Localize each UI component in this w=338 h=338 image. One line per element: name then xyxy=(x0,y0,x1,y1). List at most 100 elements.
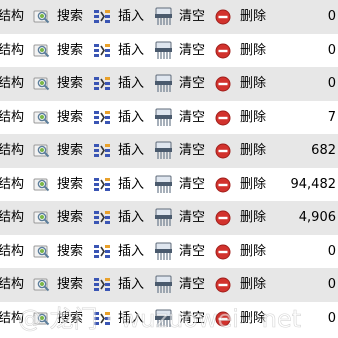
search-link[interactable]: 搜索 xyxy=(57,268,83,302)
row-count: 0 xyxy=(327,243,336,259)
search-icon[interactable] xyxy=(33,311,51,327)
structure-link[interactable]: 结构 xyxy=(0,235,24,269)
delete-link[interactable]: 删除 xyxy=(240,268,266,302)
table-row: 结构 搜索 插入 清空 xyxy=(0,268,338,302)
search-icon[interactable] xyxy=(33,110,51,126)
empty-icon[interactable] xyxy=(154,309,173,328)
row-count: 0 xyxy=(327,277,336,292)
insert-icon[interactable] xyxy=(93,75,111,93)
table-row: 结构 搜索 插入 清空 xyxy=(0,0,338,34)
insert-link[interactable]: 插入 xyxy=(118,168,144,202)
insert-link[interactable]: 插入 xyxy=(118,235,144,269)
empty-link[interactable]: 清空 xyxy=(179,268,205,302)
delete-icon[interactable] xyxy=(215,76,231,92)
empty-link[interactable]: 清空 xyxy=(179,67,205,101)
search-icon[interactable] xyxy=(33,143,51,159)
empty-icon[interactable] xyxy=(154,108,173,127)
search-icon[interactable] xyxy=(33,244,51,260)
structure-link[interactable]: 结构 xyxy=(0,67,24,101)
delete-link[interactable]: 删除 xyxy=(240,101,266,135)
insert-icon[interactable] xyxy=(93,8,111,26)
insert-icon[interactable] xyxy=(93,109,111,127)
empty-link[interactable]: 清空 xyxy=(179,0,205,34)
empty-icon[interactable] xyxy=(154,175,173,194)
structure-link[interactable]: 结构 xyxy=(0,302,24,336)
structure-link[interactable]: 结构 xyxy=(0,134,24,168)
insert-icon[interactable] xyxy=(93,209,111,227)
insert-icon[interactable] xyxy=(93,142,111,160)
search-link[interactable]: 搜索 xyxy=(57,235,83,269)
insert-link[interactable]: 插入 xyxy=(118,34,144,68)
insert-icon[interactable] xyxy=(93,176,111,194)
delete-link[interactable]: 删除 xyxy=(240,0,266,34)
delete-icon[interactable] xyxy=(215,177,231,193)
row-count: 94,482 xyxy=(290,176,337,192)
search-icon[interactable] xyxy=(33,210,51,226)
empty-link[interactable]: 清空 xyxy=(179,34,205,68)
row-count: 0 xyxy=(327,310,336,326)
delete-link[interactable]: 删除 xyxy=(240,67,266,101)
search-link[interactable]: 搜索 xyxy=(57,134,83,168)
search-icon[interactable] xyxy=(33,177,51,193)
delete-link[interactable]: 删除 xyxy=(240,168,266,202)
search-link[interactable]: 搜索 xyxy=(57,168,83,202)
search-icon[interactable] xyxy=(33,277,51,293)
search-icon[interactable] xyxy=(33,43,51,59)
delete-link[interactable]: 删除 xyxy=(240,201,266,235)
delete-icon[interactable] xyxy=(215,277,231,293)
delete-link[interactable]: 删除 xyxy=(240,235,266,269)
insert-icon[interactable] xyxy=(93,310,111,328)
search-link[interactable]: 搜索 xyxy=(57,0,83,34)
empty-icon[interactable] xyxy=(154,141,173,160)
empty-icon[interactable] xyxy=(154,208,173,227)
structure-link[interactable]: 结构 xyxy=(0,101,24,135)
empty-link[interactable]: 清空 xyxy=(179,168,205,202)
empty-link[interactable]: 清空 xyxy=(179,201,205,235)
insert-link[interactable]: 插入 xyxy=(118,201,144,235)
structure-link[interactable]: 结构 xyxy=(0,34,24,68)
delete-icon[interactable] xyxy=(215,110,231,126)
insert-link[interactable]: 插入 xyxy=(118,0,144,34)
structure-link[interactable]: 结构 xyxy=(0,0,24,34)
structure-link[interactable]: 结构 xyxy=(0,268,24,302)
insert-link[interactable]: 插入 xyxy=(118,67,144,101)
search-link[interactable]: 搜索 xyxy=(57,67,83,101)
empty-link[interactable]: 清空 xyxy=(179,235,205,269)
delete-icon[interactable] xyxy=(215,210,231,226)
empty-icon[interactable] xyxy=(154,41,173,60)
search-link[interactable]: 搜索 xyxy=(57,101,83,135)
insert-icon[interactable] xyxy=(93,276,111,294)
empty-link[interactable]: 清空 xyxy=(179,101,205,135)
empty-link[interactable]: 清空 xyxy=(179,134,205,168)
search-link[interactable]: 搜索 xyxy=(57,302,83,336)
empty-icon[interactable] xyxy=(154,7,173,26)
structure-link[interactable]: 结构 xyxy=(0,168,24,202)
insert-link[interactable]: 插入 xyxy=(118,302,144,336)
delete-icon[interactable] xyxy=(215,244,231,260)
delete-link[interactable]: 删除 xyxy=(240,34,266,68)
delete-icon[interactable] xyxy=(215,43,231,59)
insert-icon[interactable] xyxy=(93,243,111,261)
delete-icon[interactable] xyxy=(215,143,231,159)
insert-link[interactable]: 插入 xyxy=(118,134,144,168)
delete-icon[interactable] xyxy=(215,311,231,327)
delete-link[interactable]: 删除 xyxy=(240,134,266,168)
empty-icon[interactable] xyxy=(154,242,173,261)
delete-link[interactable]: 删除 xyxy=(240,302,266,336)
table-row: 结构 搜索 插入 清空 xyxy=(0,201,338,235)
structure-link[interactable]: 结构 xyxy=(0,201,24,235)
insert-link[interactable]: 插入 xyxy=(118,268,144,302)
delete-icon[interactable] xyxy=(215,9,231,25)
search-icon[interactable] xyxy=(33,9,51,25)
empty-icon[interactable] xyxy=(154,275,173,294)
search-icon[interactable] xyxy=(33,76,51,92)
empty-link[interactable]: 清空 xyxy=(179,302,205,336)
search-link[interactable]: 搜索 xyxy=(57,201,83,235)
insert-link[interactable]: 插入 xyxy=(118,101,144,135)
table-row: 结构 搜索 插入 清空 xyxy=(0,134,338,168)
empty-icon[interactable] xyxy=(154,74,173,93)
row-count: 0 xyxy=(327,9,336,24)
insert-icon[interactable] xyxy=(93,42,111,60)
row-count: 682 xyxy=(311,143,336,158)
search-link[interactable]: 搜索 xyxy=(57,34,83,68)
